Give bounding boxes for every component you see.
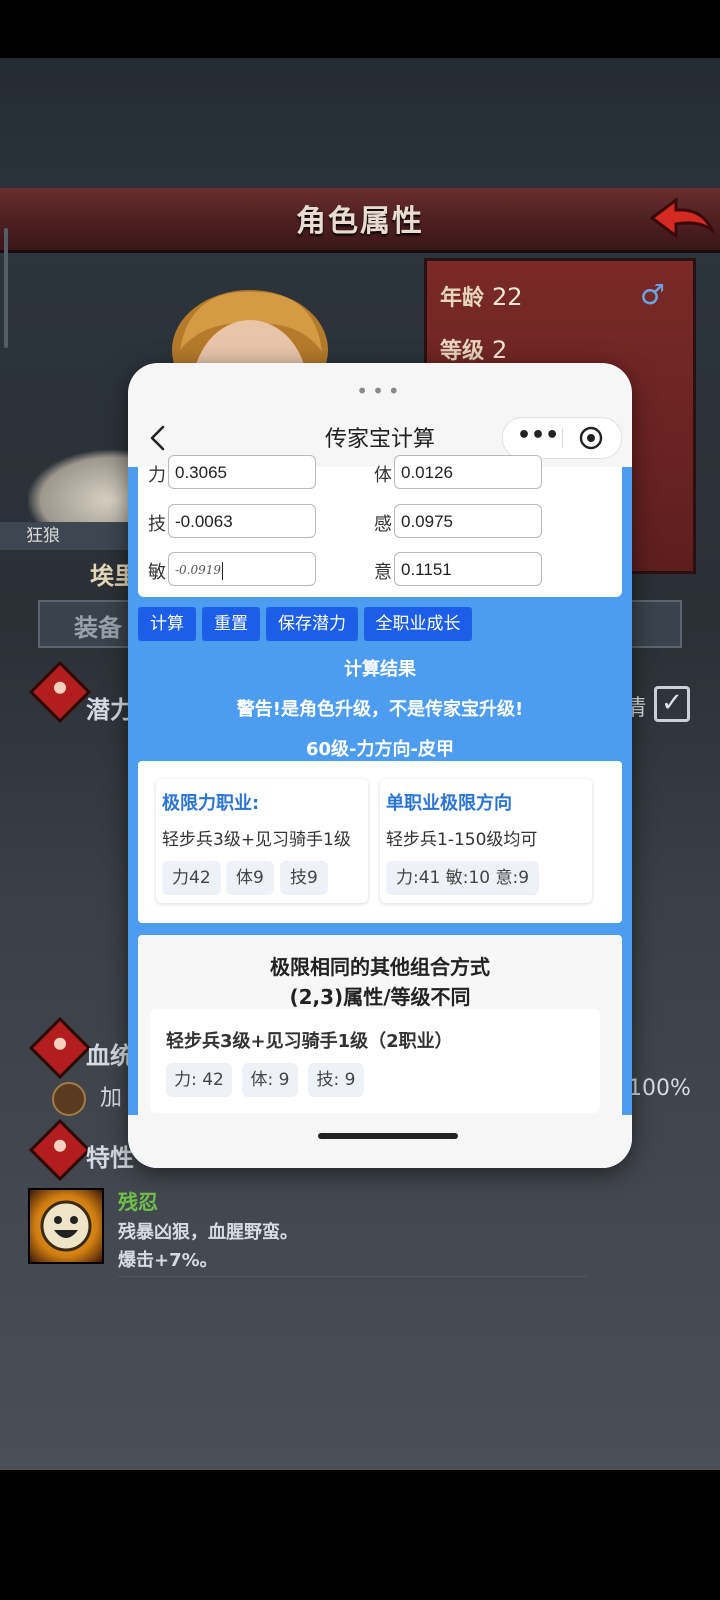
stat-chip: 体9 [226, 861, 274, 895]
level-row: 等级 2 [440, 333, 507, 365]
drag-handle-dots[interactable]: ••• [128, 379, 632, 403]
warning-text: 警告!是角色升级，不是传家宝升级! [236, 699, 524, 720]
age-value: 22 [492, 283, 523, 311]
mini-program-popup: ••• 传家宝计算 ••• 力 0.3065 体 0.0126 技 -0.006… [128, 363, 632, 1168]
capsule-divider [562, 428, 563, 448]
section-potential: 潜力 [86, 696, 134, 724]
input-card: 力 0.3065 体 0.0126 技 -0.0063 感 0.0975 敏 -… [138, 455, 622, 597]
male-icon: ♂ [640, 278, 666, 311]
single-class-card: 单职业极限方向 轻步兵1-150级均可 力:41 敏:10 意:9 [380, 779, 592, 903]
field-label-skill: 技 [148, 514, 166, 535]
age-row: 年龄 22 [440, 280, 523, 312]
trait-face-icon [28, 1188, 104, 1264]
status-bar [0, 0, 720, 58]
text-caret [222, 561, 224, 580]
back-arrow-icon[interactable] [646, 196, 716, 242]
save-potential-button[interactable]: 保存潜力 [266, 607, 358, 641]
stat-chip: 力:41 敏:10 意:9 [386, 861, 540, 895]
field-label-agility: 敏 [148, 562, 166, 583]
all-class-growth-button[interactable]: 全职业成长 [364, 607, 472, 641]
limit-class-desc: 轻步兵3级+见习骑手1级 [162, 830, 351, 850]
stat-chip: 力: 42 [166, 1063, 232, 1097]
limit-class-title: 极限力职业: [162, 793, 260, 814]
screen: 角色属性 狂狼 埃里 年龄 22 等级 2 ♂ 装备 潜力 情 ✓ 血统 加 100… [0, 0, 720, 1600]
field-label-will: 意 [374, 562, 392, 583]
bloodline-row-label: 加 [100, 1086, 123, 1111]
single-class-title: 单职业极限方向 [386, 793, 512, 814]
section-bloodline: 血统 [86, 1042, 134, 1070]
field-label-perception: 感 [374, 514, 392, 535]
result-title: 计算结果 [344, 659, 416, 680]
limit-class-card: 极限力职业: 轻步兵3级+见习骑手1级 力42 体9 技9 [156, 779, 368, 903]
target-icon[interactable] [579, 426, 603, 450]
home-indicator[interactable] [318, 1133, 458, 1139]
perception-input[interactable]: 0.0975 [394, 504, 542, 538]
field-label-vitality: 体 [374, 465, 392, 486]
field-label-strength: 力 [148, 465, 166, 486]
stat-chip: 技: 9 [308, 1063, 364, 1097]
agility-input-value: -0.0919 [175, 563, 222, 577]
combo-title: 极限相同的其他组合方式 [270, 955, 490, 979]
trait-name: 残忍 [118, 1190, 158, 1214]
trait-desc-1: 残暴凶狠，血腥野蛮。 [118, 1222, 298, 1243]
reset-button[interactable]: 重置 [202, 607, 260, 641]
agility-input[interactable]: -0.0919 [168, 552, 316, 586]
stat-chip: 力42 [162, 861, 221, 895]
divider [118, 1276, 588, 1277]
single-class-desc: 轻步兵1-150级均可 [386, 830, 538, 850]
more-dots-icon[interactable]: ••• [517, 424, 559, 452]
stat-chip: 体: 9 [242, 1063, 298, 1097]
combo-item-name: 轻步兵3级+见习骑手1级（2职业） [166, 1031, 453, 1052]
combo-subtitle: (2,3)属性/等级不同 [289, 985, 471, 1009]
calculate-button[interactable]: 计算 [138, 607, 196, 641]
capsule-menu: ••• [502, 417, 622, 459]
popup-footer [128, 1115, 632, 1168]
vitality-input[interactable]: 0.0126 [394, 455, 542, 489]
level-label: 等级 [440, 339, 485, 364]
direction-text: 60级-力方向-皮甲 [306, 739, 454, 760]
result-card: 极限力职业: 轻步兵3级+见习骑手1级 力42 体9 技9 单职业极限方向 轻步… [138, 761, 622, 923]
scrollbar[interactable] [4, 228, 8, 348]
skill-input[interactable]: -0.0063 [168, 504, 316, 538]
bloodline-percent: 100% [628, 1076, 691, 1101]
tab-equipment-label: 装备 [74, 614, 122, 642]
trait-desc-2: 爆击+7%。 [118, 1250, 218, 1271]
level-value: 2 [492, 336, 508, 364]
navigation-bar [0, 1470, 720, 1600]
combo-item: 轻步兵3级+见习骑手1级（2职业） 力: 42 体: 9 技: 9 [150, 1009, 600, 1113]
strength-input[interactable]: 0.3065 [168, 455, 316, 489]
age-label: 年龄 [440, 286, 485, 311]
result-area: 力 0.3065 体 0.0126 技 -0.0063 感 0.0975 敏 -… [128, 455, 632, 1168]
will-input[interactable]: 0.1151 [394, 552, 542, 586]
nickname-tag: 狂狼 [0, 522, 130, 550]
page-title: 角色属性 [296, 204, 424, 239]
checkbox-icon[interactable]: ✓ [654, 686, 690, 722]
stat-chip: 技9 [280, 861, 328, 895]
section-traits: 特性 [86, 1144, 134, 1172]
bloodline-emblem-icon [52, 1082, 86, 1116]
